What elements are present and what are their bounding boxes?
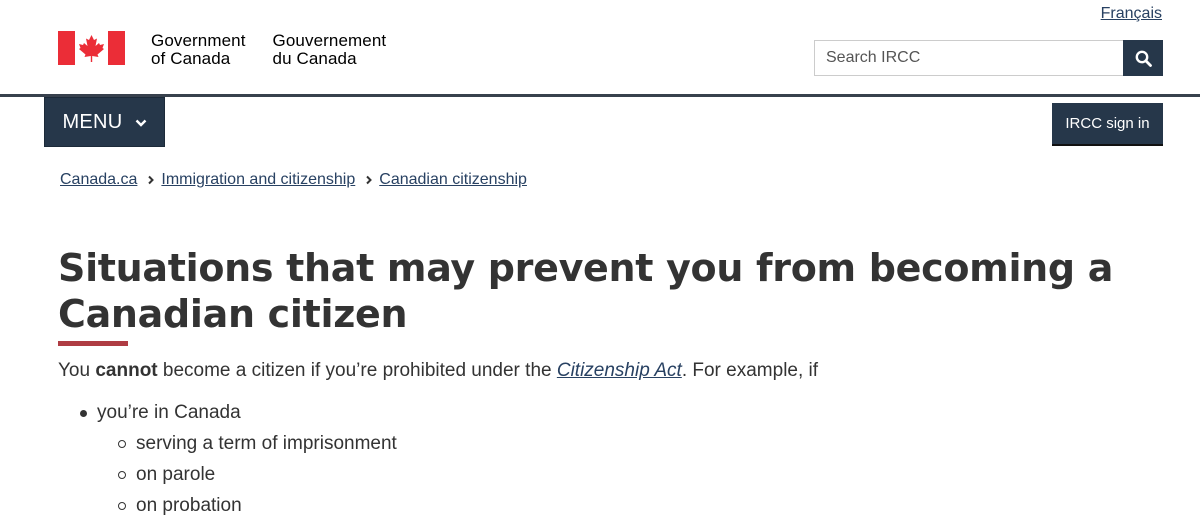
signature-french: Gouvernement du Canada [273,32,387,68]
sub-list-item: on parole [97,462,397,488]
language-toggle-link[interactable]: Français [1101,5,1162,23]
prohibition-list: you’re in Canada serving a term of impri… [58,400,397,524]
title-underline [58,341,128,346]
search-form [814,40,1163,76]
main-menu-button[interactable]: MENU [44,97,165,147]
signature-english-line-2: of Canada [151,49,231,68]
chevron-down-icon [135,119,146,127]
breadcrumb-link-immigration[interactable]: Immigration and citizenship [161,171,355,189]
sub-list: serving a term of imprisonment on parole… [97,431,397,519]
intro-paragraph: You cannot become a citizen if you’re pr… [58,358,818,384]
government-of-canada-signature[interactable]: Government of Canada Gouvernement du Can… [58,31,386,68]
list-item-label: you’re in Canada [97,402,241,423]
signature-french-line-1: Gouvernement [272,31,387,50]
circle-bullet-icon [118,471,126,479]
list-item: you’re in Canada serving a term of impri… [58,400,397,519]
sub-list-item-label: serving a term of imprisonment [136,433,397,454]
bullet-icon [80,410,87,417]
page-title: Situations that may prevent you from bec… [58,246,1114,336]
citizenship-act-link[interactable]: Citizenship Act [557,360,682,381]
intro-emphasis: cannot [95,360,158,381]
ircc-sign-in-button[interactable]: IRCC sign in [1052,103,1163,146]
chevron-right-icon [365,175,373,185]
sub-list-item: serving a term of imprisonment [97,431,397,457]
breadcrumb: Canada.ca Immigration and citizenship Ca… [60,171,527,189]
chevron-right-icon [147,175,155,185]
breadcrumb-link-canada[interactable]: Canada.ca [60,171,137,189]
intro-text-after: . For example, if [681,360,819,381]
search-input[interactable] [814,40,1123,76]
sub-list-item-label: on parole [136,464,216,485]
sub-list-item-label: on probation [136,495,242,516]
signature-french-line-2: du Canada [272,49,357,68]
breadcrumb-link-citizenship[interactable]: Canadian citizenship [379,171,527,189]
signature-english: Government of Canada [151,32,246,68]
search-button[interactable] [1123,40,1163,76]
header-divider [0,94,1200,97]
menu-label: MENU [62,110,123,133]
signature-english-line-1: Government [151,31,246,50]
search-icon [1135,50,1152,67]
intro-text-before: You [58,360,96,381]
circle-bullet-icon [118,440,126,448]
canada-flag-icon [58,31,125,65]
circle-bullet-icon [118,502,126,510]
intro-text-middle: become a citizen if you’re prohibited un… [157,360,557,381]
sub-list-item: on probation [97,493,397,519]
